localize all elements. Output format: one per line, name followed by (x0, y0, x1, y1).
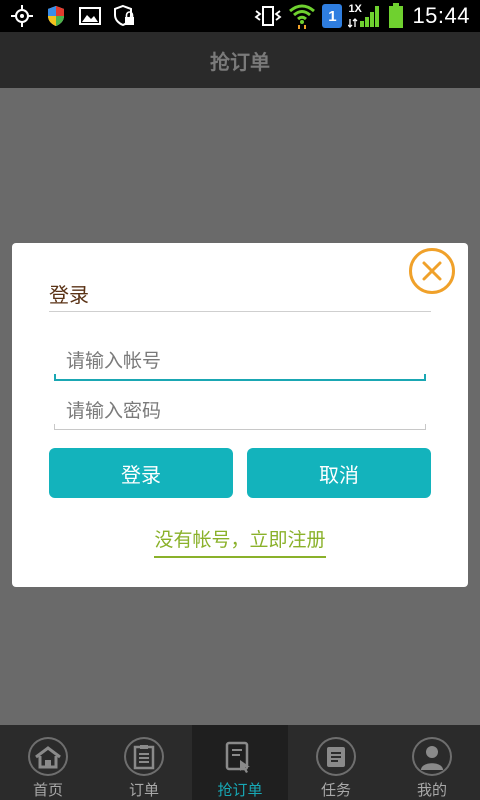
nav-item-grab-order[interactable]: 抢订单 (192, 725, 288, 800)
wifi-icon (289, 4, 316, 29)
page-title: 抢订单 (210, 49, 270, 74)
nav-label-tasks: 任务 (320, 781, 351, 799)
header-bar: 抢订单 (0, 32, 480, 88)
nav-label-grab-order: 抢订单 (217, 781, 263, 799)
register-link[interactable]: 没有帐号，立即注册 (154, 525, 326, 558)
order-list-icon (124, 737, 164, 776)
bottom-nav: 首页 订单 抢订单 任务 我的 (0, 725, 480, 800)
close-icon (422, 261, 442, 281)
password-field (54, 386, 426, 430)
status-bar-left (10, 4, 146, 28)
nav-item-tasks[interactable]: 任务 (288, 725, 384, 800)
dialog-title: 登录 (49, 283, 89, 307)
login-dialog: 登录 登录 取消 没有帐号，立即注册 (12, 243, 468, 587)
shield-icon (48, 6, 64, 26)
username-field (54, 337, 426, 381)
image-icon (79, 7, 101, 25)
nav-label-home: 首页 (32, 781, 63, 799)
vibrate-icon (254, 6, 282, 26)
cancel-button[interactable]: 取消 (247, 448, 431, 498)
profile-icon (412, 737, 452, 776)
register-link-row: 没有帐号，立即注册 (12, 525, 468, 558)
password-input[interactable] (54, 386, 426, 429)
security-icon (114, 4, 134, 27)
nav-item-home[interactable]: 首页 (0, 725, 96, 800)
task-icon (316, 737, 356, 776)
status-time: 15:44 (412, 3, 470, 28)
title-divider (49, 311, 431, 312)
nav-label-orders: 订单 (128, 781, 159, 799)
nav-label-profile: 我的 (416, 781, 447, 799)
grab-order-icon (220, 737, 260, 776)
sim-icon: 1 (322, 4, 343, 28)
status-bar-right: 1 1X 15:44 (248, 2, 470, 30)
nav-item-orders[interactable]: 订单 (96, 725, 192, 800)
signal-icon: 1X (348, 3, 382, 29)
login-button[interactable]: 登录 (49, 448, 233, 498)
status-bar: 1 1X 15:44 (0, 0, 480, 32)
nav-item-profile[interactable]: 我的 (384, 725, 480, 800)
close-button[interactable] (409, 248, 455, 294)
home-icon (28, 737, 68, 776)
sim-number: 1 (328, 7, 337, 25)
username-input[interactable] (54, 337, 426, 379)
battery-icon (389, 3, 404, 28)
gps-icon (11, 5, 33, 27)
